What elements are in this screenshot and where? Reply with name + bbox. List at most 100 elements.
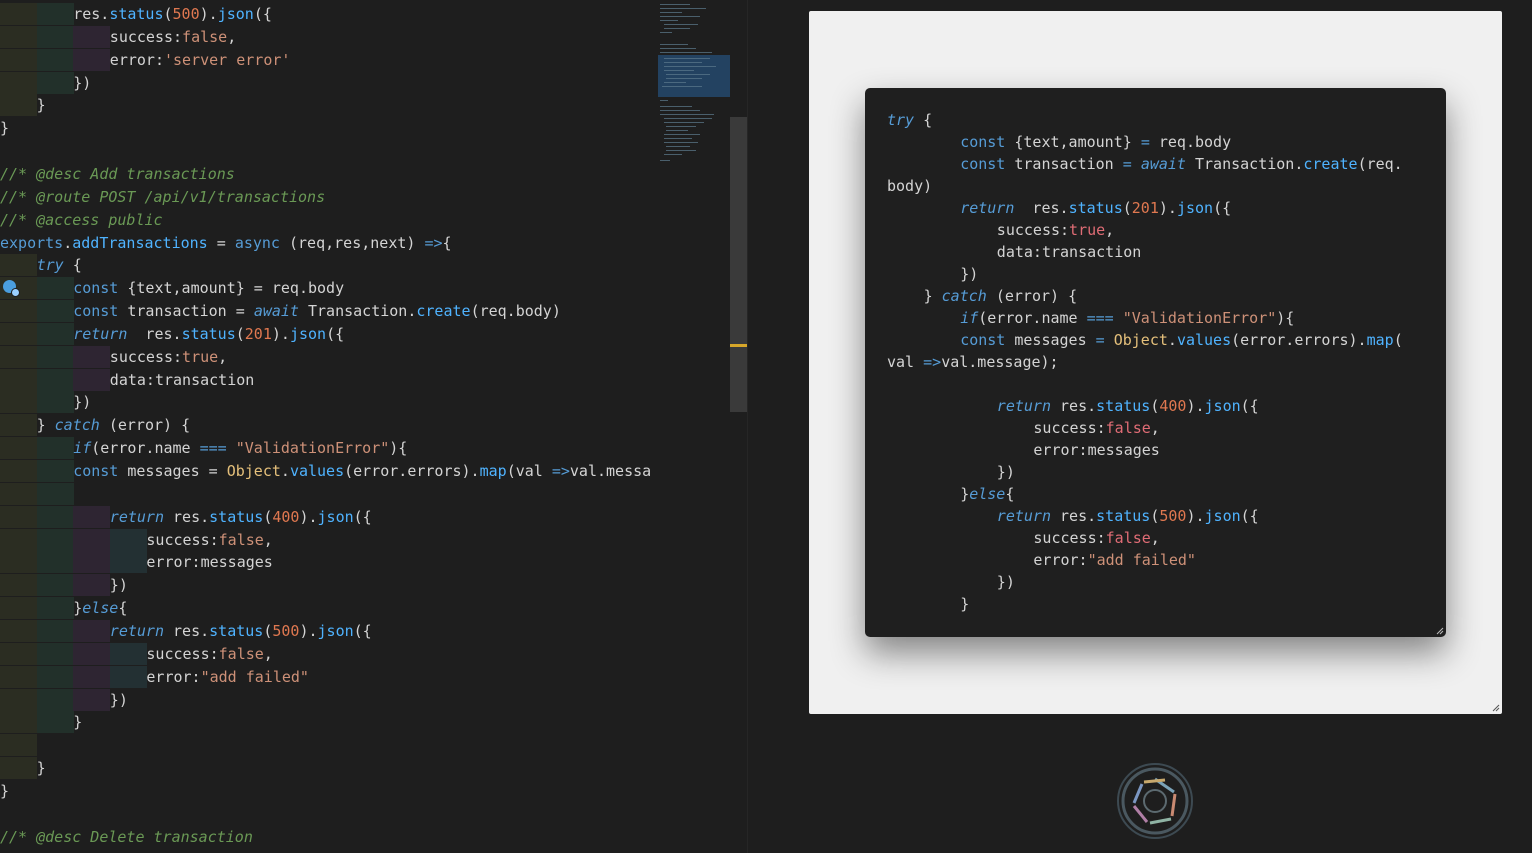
code-token: return [109,621,164,640]
editor-line[interactable]: exports.addTransactions = async (req,res… [0,232,652,254]
minimap-line [660,48,696,49]
editor-line[interactable]: const messages = Object.values(error.err… [0,460,652,482]
editor-line[interactable]: const transaction = await Transaction.cr… [0,300,652,323]
code-token: await [253,302,299,321]
code-token: (error) { [99,416,191,435]
editor-line[interactable]: error:"add failed" [0,665,652,688]
editor-line[interactable]: } [0,780,652,802]
resize-handle-icon[interactable] [1436,627,1444,635]
snippet-line: try { [887,109,932,131]
editor-line[interactable]: try { [0,254,652,277]
aperture-logo-icon[interactable] [1116,762,1194,840]
indent-guide [36,460,74,482]
code-token: ). [1158,199,1177,217]
editor-line[interactable] [0,140,652,162]
editor-line[interactable]: return res.status(500).json({ [0,619,652,642]
editor-line[interactable]: return res.status(201).json({ [0,322,652,345]
code-token: ( [163,5,173,23]
editor-line[interactable]: data:transaction [0,368,652,391]
editor-line[interactable]: error:messages [0,551,652,574]
code-token: return [960,199,1015,217]
code-token: 400 [272,507,300,526]
editor-line[interactable] [0,482,652,505]
indent-guide [73,345,111,368]
minimap-line [664,24,698,25]
editor-line[interactable]: }else{ [0,597,652,620]
editor-line[interactable]: error:'server error' [0,48,652,71]
code-editor[interactable]: res.status(500).json({success:false, erro… [0,0,652,853]
code-token: //* @access public [0,210,163,229]
code-token: ( [235,324,245,343]
code-token: 500 [172,5,200,23]
code-token: "ValidationError" [235,439,390,458]
code-token: true [182,347,219,366]
code-token: (error.name [91,439,200,458]
minimap-line [660,100,668,101]
code-token: } [0,781,10,800]
code-token: false [218,644,264,663]
snippet-line: error:"add failed" [887,549,1196,571]
code-token: create [1303,155,1358,173]
code-token: = [1095,331,1105,349]
editor-line[interactable]: }) [0,71,652,94]
editor-line[interactable]: } [0,757,652,780]
indent-guide [0,642,37,665]
minimap-line [664,62,702,63]
snippet-line: return res.status(400).json({ [887,395,1259,417]
lightbulb-marker-icon[interactable] [3,280,20,297]
indent-guide [36,345,74,368]
code-token: body) [887,177,933,195]
editor-line[interactable] [0,734,652,757]
code-token: { [914,111,933,129]
snippet-line: } catch (error) { [887,285,1078,307]
editor-line[interactable]: } [0,94,652,117]
code-token: status [209,507,264,526]
editor-line[interactable]: success:false, [0,528,652,551]
code-token: transaction = [118,302,254,321]
minimap-line [664,66,716,67]
minimap[interactable] [652,0,730,853]
editor-line[interactable]: } catch (error) { [0,414,652,437]
indent-guide [0,597,37,620]
editor-line[interactable]: return res.status(400).json({ [0,505,652,528]
snippet-line: success:true, [887,219,1114,241]
minimap-line [664,28,690,29]
code-token: ( [1393,331,1403,349]
editor-line[interactable]: //* @desc Add transactions [0,163,652,185]
editor-line[interactable]: success:false, [0,25,652,48]
minimap-line [664,122,704,123]
minimap-line [664,118,712,119]
code-token: status [209,621,264,640]
code-token: Object [226,462,281,480]
code-token: const [73,279,119,298]
minimap-line [660,16,700,17]
code-token: 'server error' [163,50,291,69]
code-token: , [218,347,228,366]
editor-line[interactable]: const {text,amount} = req.body [0,277,652,300]
code-token: }) [996,463,1015,481]
editor-line[interactable]: } [0,117,652,139]
code-snippet-card[interactable]: try {const {text,amount} = req.body const… [865,88,1446,637]
snippet-line: success:false, [887,417,1159,439]
editor-line[interactable]: res.status(500).json({ [0,3,652,25]
editor-line[interactable]: }) [0,391,652,414]
editor-line[interactable]: //* @access public [0,209,652,231]
code-token: ). [1186,507,1205,525]
editor-line[interactable]: //* @desc Delete transaction [0,826,652,848]
resize-handle-icon[interactable] [1492,704,1500,712]
editor-line[interactable]: success:false, [0,642,652,665]
editor-line[interactable]: } [0,711,652,734]
editor-line[interactable]: success:true, [0,345,652,368]
editor-line[interactable] [0,803,652,825]
indent-guide [73,574,111,597]
code-token: }) [109,690,128,709]
snippet-line: error:messages [887,439,1159,461]
editor-line[interactable]: if(error.name === "ValidationError"){ [0,437,652,460]
code-token: messages [1005,331,1096,349]
code-token: json [317,621,354,640]
vertical-scrollbar[interactable] [730,117,747,412]
editor-line[interactable]: }) [0,688,652,711]
editor-line[interactable]: //* @route POST /api/v1/transactions [0,186,652,208]
editor-line[interactable]: }) [0,574,652,597]
indent-guide [0,734,37,757]
